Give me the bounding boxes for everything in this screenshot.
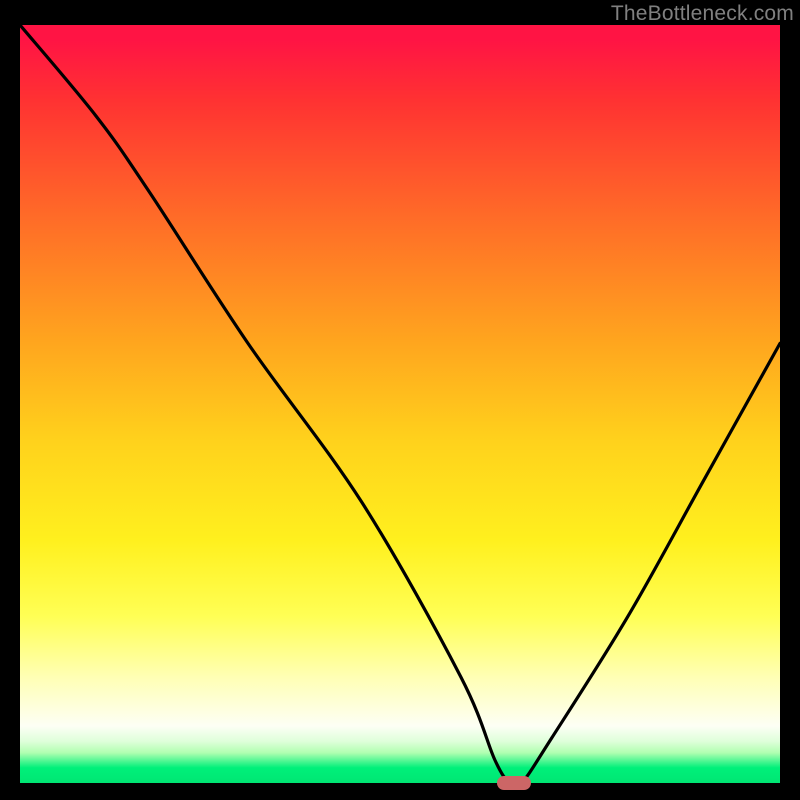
watermark-text: TheBottleneck.com xyxy=(611,2,794,26)
plot-area xyxy=(20,25,780,783)
bottleneck-curve xyxy=(20,25,780,783)
curve-svg xyxy=(20,25,780,783)
chart-container: TheBottleneck.com xyxy=(0,0,800,800)
optimal-point-marker xyxy=(497,776,531,790)
